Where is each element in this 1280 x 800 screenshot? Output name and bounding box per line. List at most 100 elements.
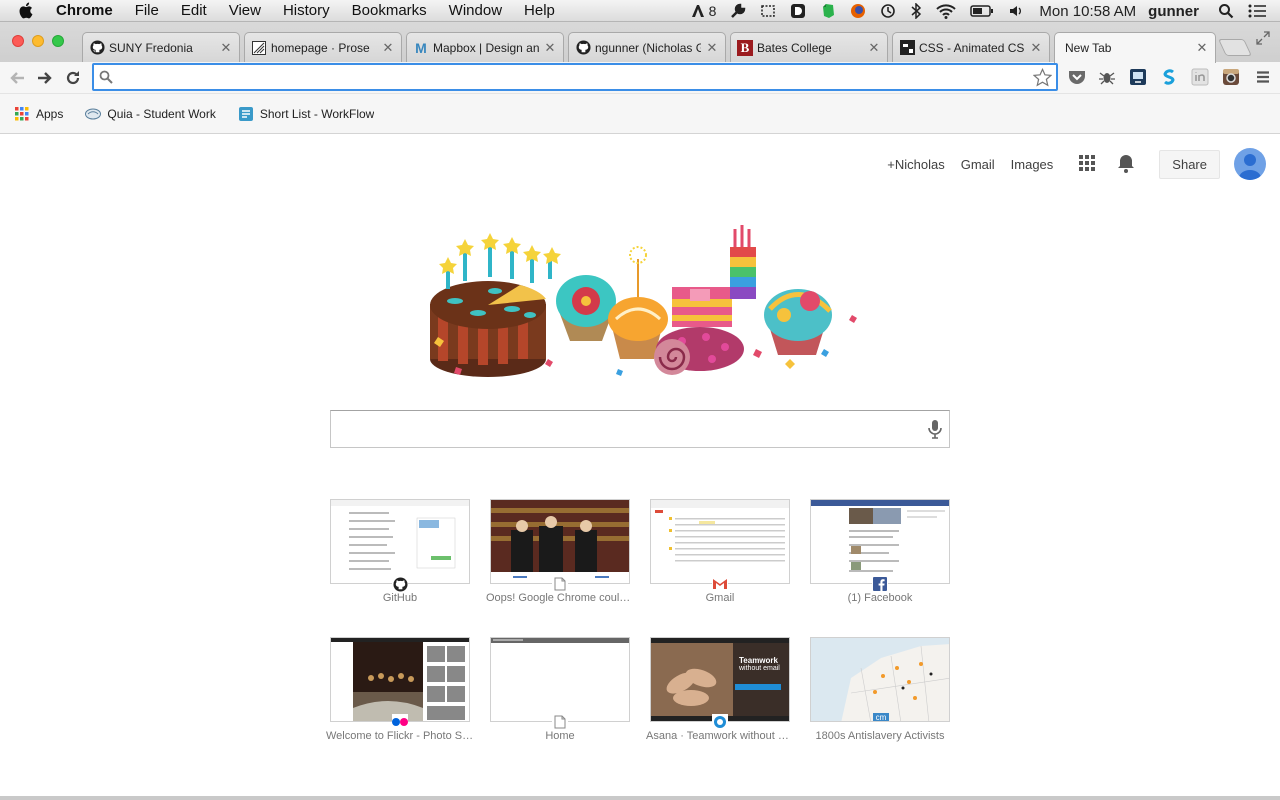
new-tab-button[interactable]: [1218, 39, 1252, 56]
window-zoom-button[interactable]: [52, 35, 64, 47]
bookmark-apps[interactable]: Apps: [14, 106, 63, 122]
tab-close-icon[interactable]: ✕: [867, 40, 881, 56]
most-visited-tile-home[interactable]: Home: [490, 637, 630, 742]
skitch-extension-icon[interactable]: [1158, 66, 1180, 88]
tab-prose[interactable]: homepage · Prose ✕: [244, 32, 402, 62]
tab-close-icon[interactable]: ✕: [1029, 40, 1043, 56]
macos-menu-bar: Chrome File Edit View History Bookmarks …: [0, 0, 1280, 22]
apple-logo-icon[interactable]: [18, 2, 38, 19]
bluetooth-icon[interactable]: [910, 0, 922, 22]
notifications-bell-icon[interactable]: [1117, 153, 1135, 176]
linkedin-extension-icon[interactable]: [1189, 66, 1211, 88]
bookmark-workflow[interactable]: Short List - WorkFlow: [238, 106, 374, 122]
wrench-icon[interactable]: [730, 0, 746, 22]
tile-label: Gmail: [705, 592, 735, 604]
screen-capture-extension-icon[interactable]: [1127, 66, 1149, 88]
adobe-count: 8: [708, 3, 717, 19]
chrome-menu-icon[interactable]: [1252, 66, 1274, 88]
tab-ngunner-github[interactable]: ngunner (Nicholas Gunner) ✕: [568, 32, 726, 62]
tab-bates-college[interactable]: B Bates College ✕: [730, 32, 888, 62]
menu-bookmarks[interactable]: Bookmarks: [352, 2, 427, 19]
time-machine-icon[interactable]: [880, 0, 896, 22]
tab-css-animated[interactable]: CSS - Animated CSS3 ✕: [892, 32, 1050, 62]
back-button[interactable]: [6, 67, 28, 89]
most-visited-tile-github[interactable]: GitHub: [330, 499, 470, 604]
images-link[interactable]: Images: [1011, 157, 1054, 172]
notification-center-icon[interactable]: [1248, 0, 1266, 22]
tab-close-icon[interactable]: ✕: [705, 40, 719, 56]
reload-button[interactable]: [62, 67, 84, 89]
menu-file[interactable]: File: [135, 2, 159, 19]
menu-chrome[interactable]: Chrome: [56, 2, 113, 19]
tab-close-icon[interactable]: ✕: [1195, 40, 1209, 56]
pocket-extension-icon[interactable]: [1066, 66, 1088, 88]
account-avatar[interactable]: [1234, 148, 1266, 180]
bug-extension-icon[interactable]: [1096, 66, 1118, 88]
most-visited-tile-flickr[interactable]: Welcome to Flickr - Photo Sharing: [326, 637, 474, 742]
battery-icon[interactable]: [970, 0, 994, 22]
menu-bar-clock[interactable]: Mon 10:58 AM: [1039, 3, 1136, 20]
tile-thumbnail: [650, 499, 790, 584]
most-visited-tile-antislavery-map[interactable]: cm 1800s Antislavery Activists: [810, 637, 950, 742]
tile-label: Asana · Teamwork without email: [646, 730, 794, 742]
spotlight-search-icon[interactable]: [1218, 0, 1234, 22]
most-visited-tile-gmail[interactable]: Gmail: [650, 499, 790, 604]
omnibox-input[interactable]: [120, 68, 1020, 86]
page-icon: [552, 714, 568, 730]
tile-label: Oops! Google Chrome could not find: [486, 592, 634, 604]
tile-label: Home: [545, 730, 575, 742]
adobe-icon[interactable]: 8: [690, 0, 717, 22]
share-button[interactable]: Share: [1159, 149, 1220, 179]
menu-view[interactable]: View: [229, 2, 261, 19]
tab-mapbox[interactable]: M Mapbox | Design and publish ✕: [406, 32, 564, 62]
tab-title: homepage · Prose: [271, 40, 370, 55]
most-visited-tile-facebook[interactable]: (1) Facebook: [810, 499, 950, 604]
wifi-icon[interactable]: [936, 0, 957, 22]
instagram-extension-icon[interactable]: [1220, 66, 1242, 88]
firefox-icon[interactable]: [850, 0, 866, 22]
forward-button[interactable]: [34, 67, 56, 89]
omnibox[interactable]: [92, 63, 1058, 91]
window-close-button[interactable]: [12, 35, 24, 47]
bookmarks-bar: Apps Quia - Student Work Short List - Wo…: [0, 94, 1280, 134]
google-search-box[interactable]: [330, 410, 950, 448]
menu-history[interactable]: History: [283, 2, 330, 19]
menu-edit[interactable]: Edit: [181, 2, 207, 19]
google-apps-icon[interactable]: [1079, 154, 1096, 174]
new-tab-page: +Nicholas Gmail Images Share GitHub Oops…: [0, 135, 1280, 800]
fullscreen-icon[interactable]: [1256, 31, 1270, 45]
google-search-input[interactable]: [339, 419, 919, 439]
window-minimize-button[interactable]: [32, 35, 44, 47]
volume-icon[interactable]: [1008, 0, 1024, 22]
tab-close-icon[interactable]: ✕: [381, 40, 395, 56]
google-birthday-doodle[interactable]: [420, 219, 870, 389]
evernote-icon[interactable]: [820, 0, 836, 22]
facebook-icon: [872, 576, 888, 592]
chrome-tab-strip: SUNY Fredonia ✕ homepage · Prose ✕ M Map…: [0, 22, 1280, 63]
bookmark-label: Quia - Student Work: [107, 106, 216, 121]
tab-new-tab[interactable]: New Tab ✕: [1054, 32, 1216, 63]
gmail-link[interactable]: Gmail: [961, 157, 995, 172]
tab-suny-fredonia[interactable]: SUNY Fredonia ✕: [82, 32, 240, 62]
tab-title: Bates College: [757, 40, 832, 55]
css-icon: [899, 40, 915, 56]
screenshot-selection-icon[interactable]: [760, 0, 776, 22]
asana-icon: [712, 714, 728, 730]
menu-window[interactable]: Window: [449, 2, 502, 19]
menu-bar-user[interactable]: gunner: [1148, 3, 1199, 20]
most-visited-tile-chrome-error[interactable]: Oops! Google Chrome could not find: [486, 499, 634, 604]
menu-help[interactable]: Help: [524, 2, 555, 19]
tile-thumbnail: [490, 637, 630, 722]
most-visited-tile-asana[interactable]: Teamwork without email Asana · Teamwork …: [646, 637, 794, 742]
tab-close-icon[interactable]: ✕: [219, 40, 233, 56]
bookmark-star-icon[interactable]: [1032, 67, 1053, 92]
menu-bar-status-area: 8 Mon 10:58 AM gunner: [683, 0, 1280, 22]
dashlane-icon[interactable]: [790, 0, 806, 22]
tile-label: GitHub: [382, 592, 418, 604]
tab-title: Mapbox | Design and publish: [433, 40, 539, 55]
microphone-icon[interactable]: [927, 419, 943, 444]
bookmark-quia[interactable]: Quia - Student Work: [85, 106, 216, 122]
profile-link[interactable]: +Nicholas: [887, 157, 944, 172]
apps-grid-icon: [14, 106, 30, 122]
tab-close-icon[interactable]: ✕: [543, 40, 557, 56]
